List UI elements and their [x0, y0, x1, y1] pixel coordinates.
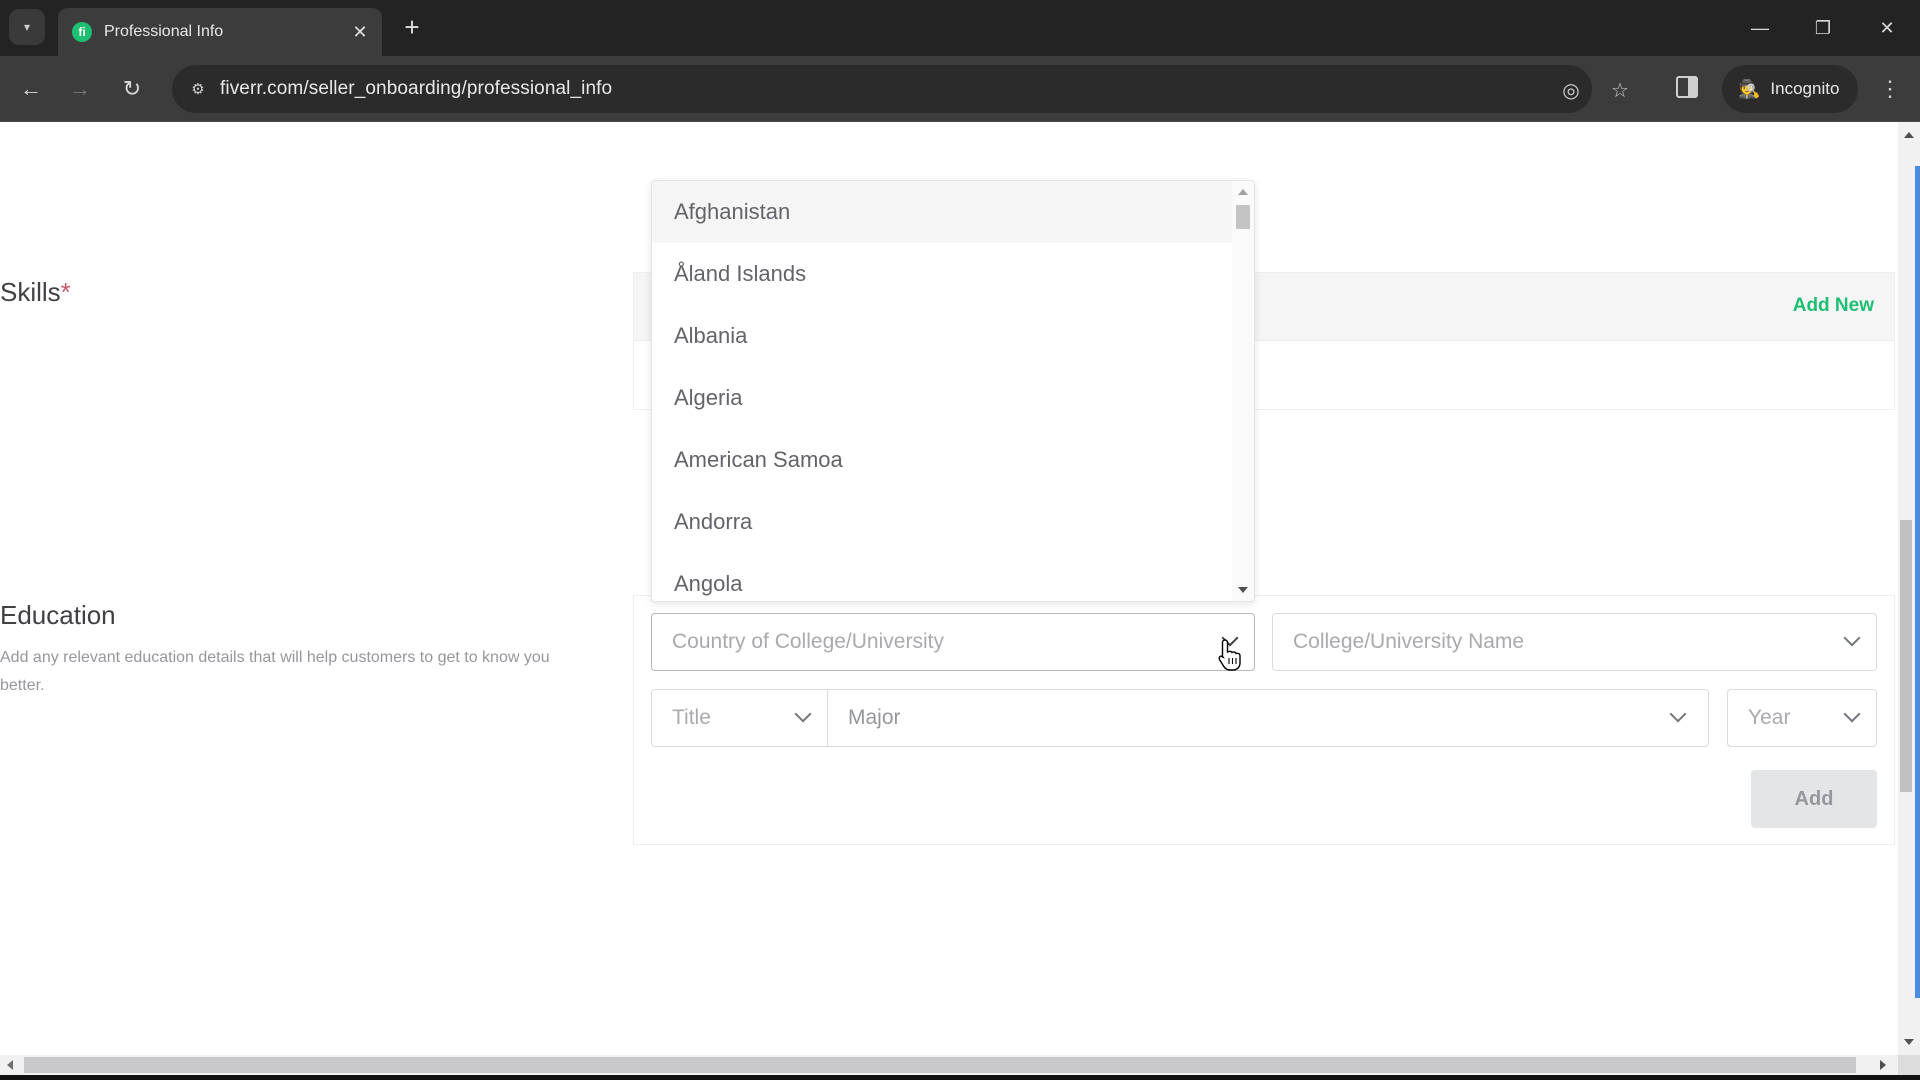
- scroll-up-arrow-icon[interactable]: [1238, 189, 1248, 195]
- browser-tab-bar: ▾ fi Professional Info ✕ + — ❐ ✕: [0, 0, 1920, 56]
- horizontal-scrollbar-thumb[interactable]: [24, 1057, 1856, 1073]
- tracking-protection-eye-off-icon[interactable]: ◎: [1558, 77, 1584, 103]
- bookmark-star-icon[interactable]: ☆: [1607, 77, 1633, 103]
- country-option[interactable]: Åland Islands: [652, 243, 1232, 305]
- chevron-down-icon: [1843, 705, 1861, 723]
- scroll-up-arrow-icon[interactable]: [1904, 132, 1914, 138]
- hand-pointer-cursor-icon: [1218, 639, 1241, 671]
- skills-label: Skills*: [0, 277, 71, 308]
- fiverr-favicon-icon: fi: [72, 22, 92, 42]
- incognito-label: Incognito: [1770, 79, 1840, 98]
- window-bottom-edge: [0, 1075, 1920, 1080]
- country-option[interactable]: Afghanistan: [652, 181, 1232, 243]
- college-select-placeholder: College/University Name: [1293, 630, 1525, 653]
- vertical-scrollbar-thumb[interactable]: [1900, 520, 1912, 792]
- page-horizontal-scrollbar[interactable]: [0, 1055, 1898, 1075]
- tab-title: Professional Info: [104, 23, 224, 40]
- minimize-icon[interactable]: —: [1740, 10, 1780, 46]
- dropdown-scrollbar-thumb[interactable]: [1236, 205, 1250, 229]
- major-select[interactable]: Major: [827, 689, 1709, 747]
- chevron-down-icon: [1669, 705, 1687, 723]
- back-icon[interactable]: ←: [15, 73, 47, 105]
- country-option[interactable]: Andorra: [652, 491, 1232, 553]
- education-description: Add any relevant education details that …: [0, 649, 550, 694]
- close-tab-icon[interactable]: ✕: [350, 22, 370, 43]
- chevron-down-icon: [794, 705, 812, 723]
- scrollbar-corner: [1898, 1055, 1920, 1075]
- page-content: Skills* Add New Education Add any releva…: [0, 122, 1898, 1055]
- title-select-placeholder: Title: [672, 706, 711, 729]
- scroll-right-arrow-icon[interactable]: [1880, 1060, 1886, 1070]
- country-option[interactable]: Albania: [652, 305, 1232, 367]
- restore-icon[interactable]: ❐: [1803, 10, 1843, 46]
- side-panel-icon[interactable]: [1676, 76, 1698, 98]
- url-text[interactable]: fiverr.com/seller_onboarding/professiona…: [220, 78, 612, 100]
- chevron-down-icon: [1843, 629, 1861, 647]
- browser-tab-professional-info[interactable]: fi Professional Info ✕: [58, 8, 382, 56]
- major-select-placeholder: Major: [848, 706, 901, 729]
- country-option[interactable]: American Samoa: [652, 429, 1232, 491]
- dropdown-scrollbar[interactable]: [1232, 181, 1254, 601]
- college-university-name-select[interactable]: College/University Name: [1272, 613, 1877, 671]
- skills-label-text: Skills: [0, 277, 61, 307]
- reload-icon[interactable]: ↻: [116, 73, 148, 105]
- year-select[interactable]: Year: [1727, 689, 1877, 747]
- title-select[interactable]: Title: [651, 689, 828, 747]
- add-new-skill-link[interactable]: Add New: [1793, 295, 1874, 317]
- tab-list-button[interactable]: ▾: [9, 9, 45, 45]
- required-asterisk: *: [60, 277, 71, 307]
- add-education-button[interactable]: Add: [1751, 770, 1877, 828]
- country-option[interactable]: Algeria: [652, 367, 1232, 429]
- page-vertical-scrollbar[interactable]: [1898, 122, 1920, 1055]
- scroll-left-arrow-icon[interactable]: [7, 1060, 13, 1070]
- browser-menu-icon[interactable]: ⋮: [1878, 73, 1902, 105]
- country-dropdown-list[interactable]: Afghanistan Åland Islands Albania Algeri…: [651, 180, 1255, 602]
- chevron-down-icon: ▾: [23, 20, 31, 34]
- scroll-down-arrow-icon[interactable]: [1238, 587, 1248, 593]
- address-bar[interactable]: ⚙ fiverr.com/seller_onboarding/professio…: [172, 65, 1629, 113]
- education-label: Education: [0, 600, 116, 630]
- year-select-placeholder: Year: [1748, 706, 1791, 729]
- scroll-down-arrow-icon[interactable]: [1904, 1039, 1914, 1045]
- incognito-badge[interactable]: 🕵 Incognito: [1722, 65, 1858, 113]
- site-info-icon[interactable]: ⚙: [186, 77, 210, 101]
- new-tab-button[interactable]: +: [398, 12, 426, 42]
- country-option[interactable]: Angola: [652, 553, 1232, 601]
- forward-icon[interactable]: →: [64, 73, 96, 105]
- country-select-placeholder: Country of College/University: [672, 630, 944, 653]
- country-of-college-select[interactable]: Country of College/University: [651, 613, 1255, 671]
- focus-indicator: [1915, 166, 1920, 998]
- browser-toolbar: ← → ↻ ⚙ fiverr.com/seller_onboarding/pro…: [0, 56, 1920, 122]
- incognito-icon: 🕵: [1738, 78, 1761, 99]
- close-window-icon[interactable]: ✕: [1867, 10, 1907, 46]
